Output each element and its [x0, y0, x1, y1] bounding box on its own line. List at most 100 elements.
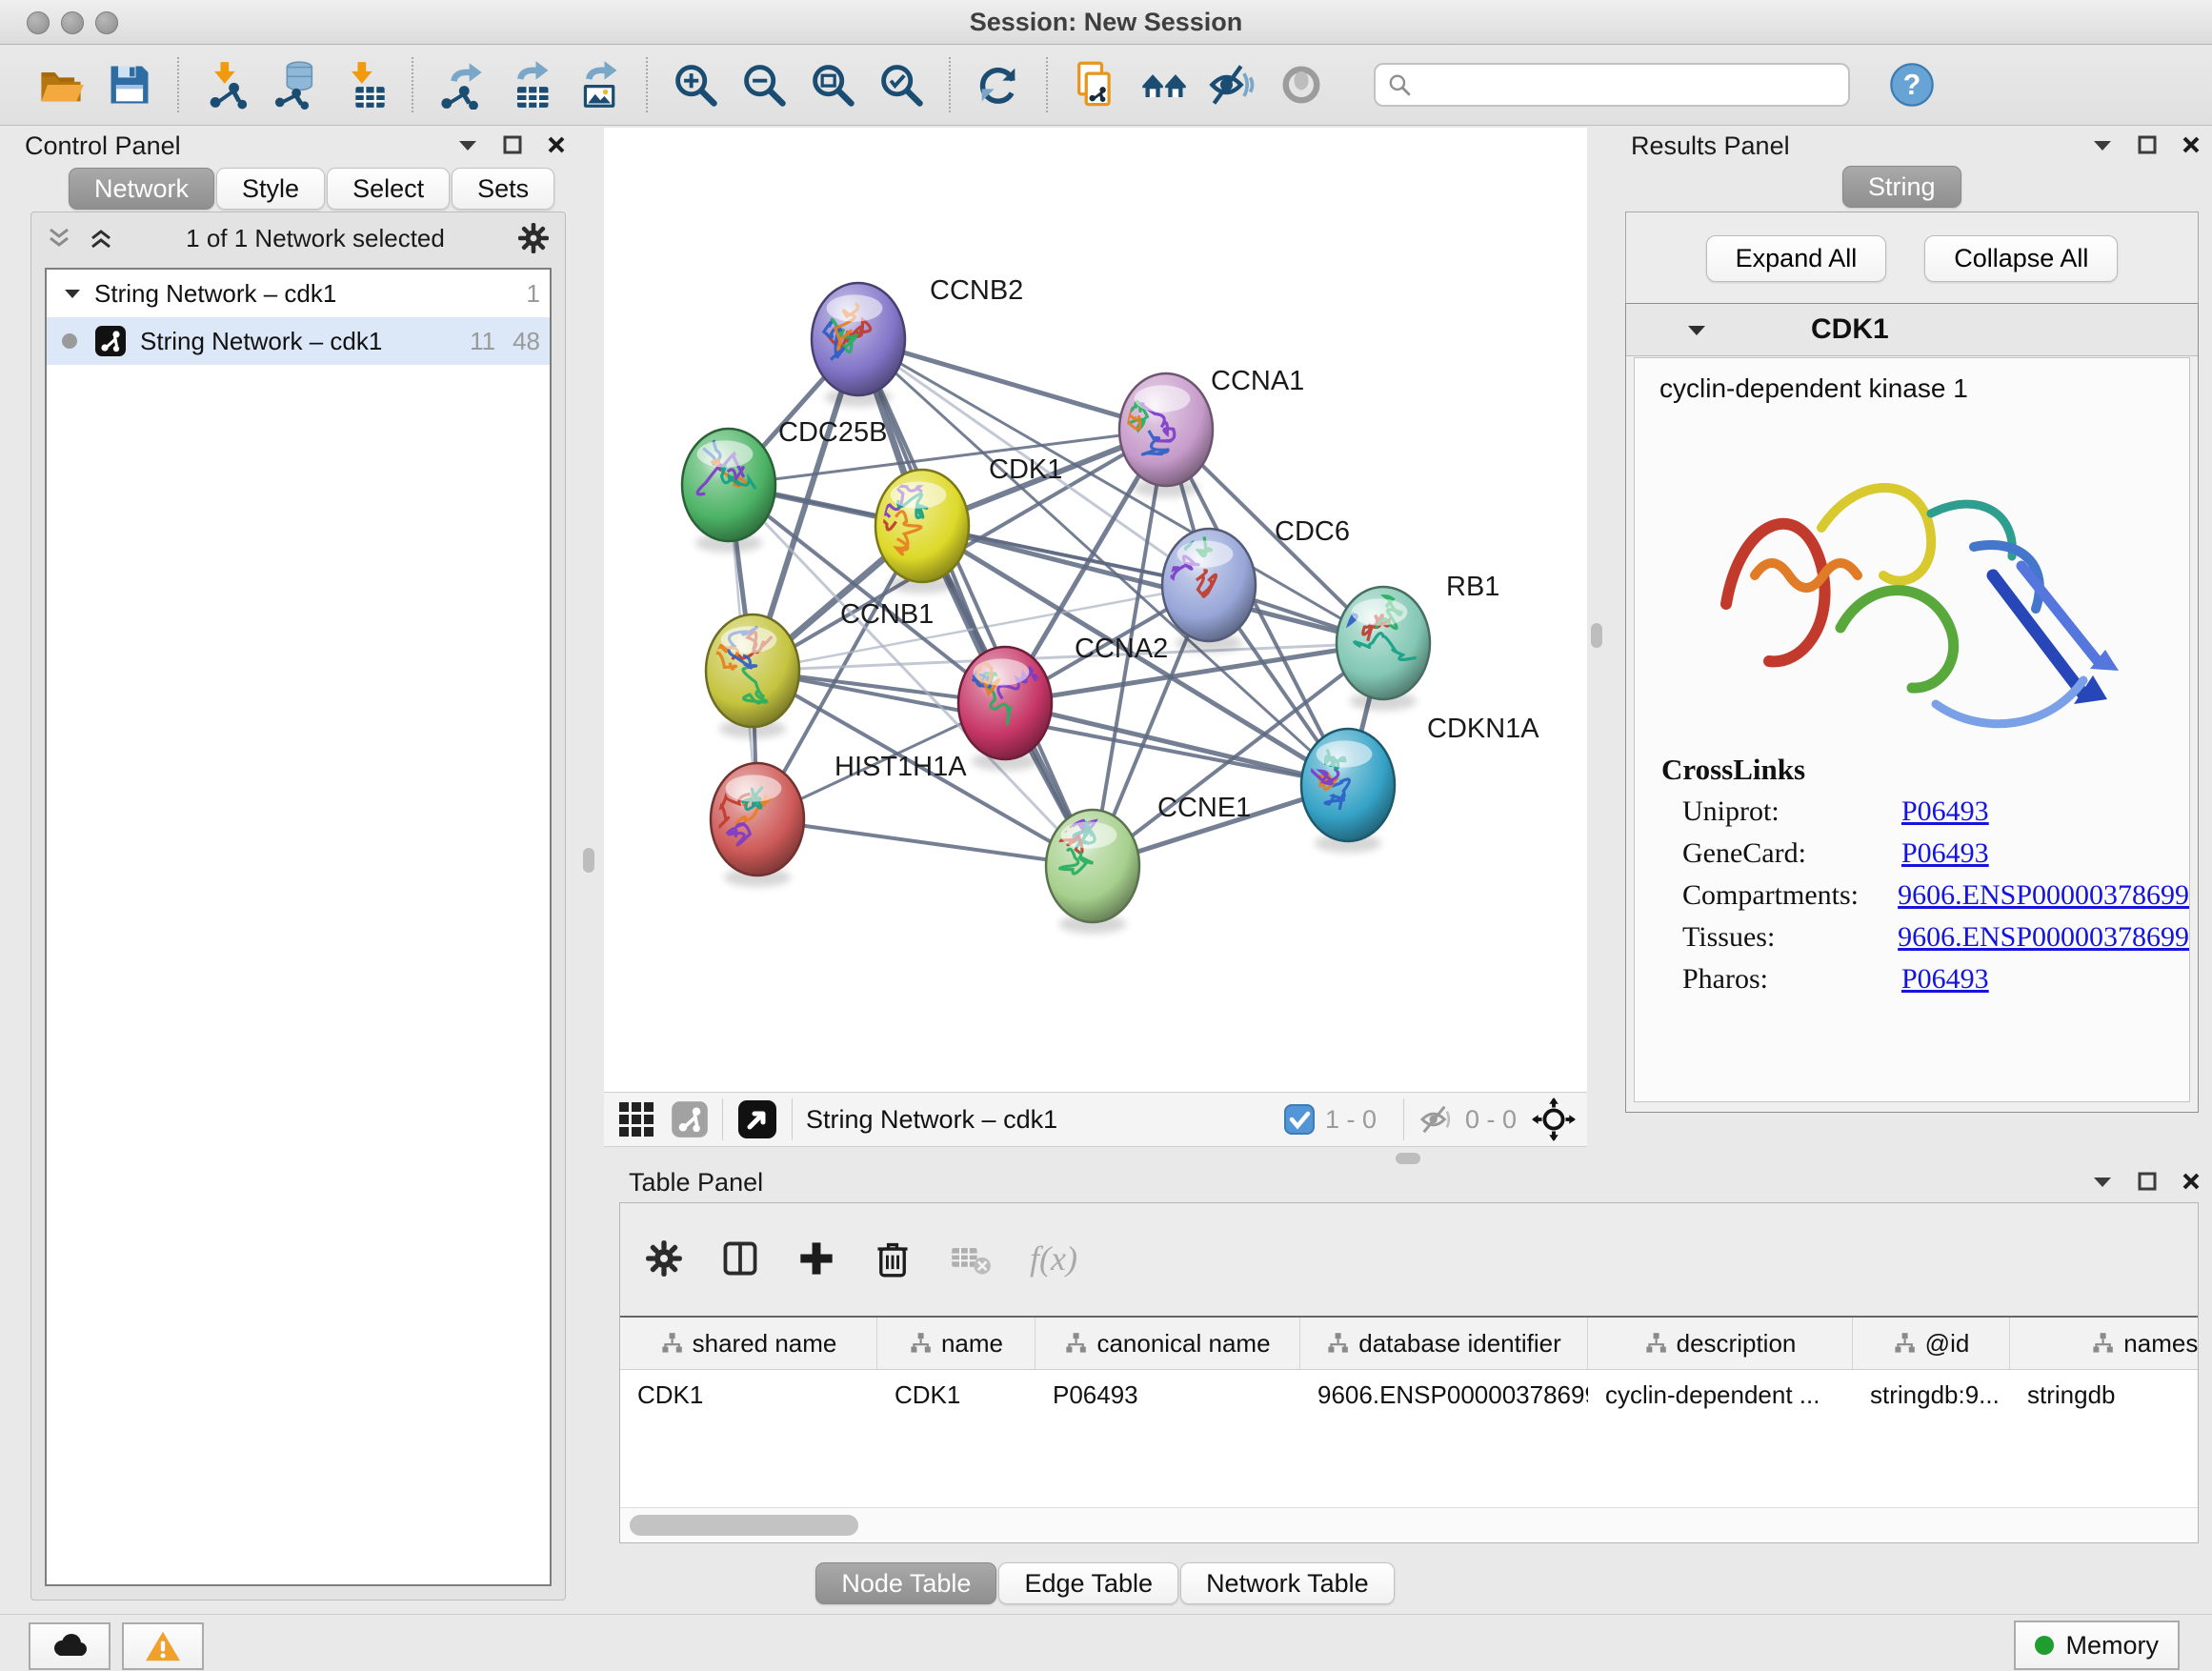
float-icon[interactable] [503, 135, 522, 154]
zoom-in-icon[interactable] [668, 57, 723, 112]
tab-sets[interactable]: Sets [452, 168, 554, 210]
export-image-icon[interactable] [571, 57, 626, 112]
network-edge-CCNE1-HIST1H1A[interactable] [757, 819, 1093, 866]
network-item-label: String Network – cdk1 [140, 327, 382, 356]
warning-button[interactable] [122, 1622, 204, 1670]
close-icon[interactable] [547, 135, 566, 154]
selected-checkbox-icon[interactable] [1283, 1103, 1316, 1136]
left-splitter-handle[interactable] [583, 848, 594, 873]
delete-column-trash-icon[interactable] [874, 1239, 912, 1278]
column-header-database-identifier[interactable]: database identifier [1300, 1318, 1588, 1369]
network-node-CCNB2[interactable]: CCNB2 [812, 275, 1023, 407]
right-splitter-handle[interactable] [1591, 623, 1602, 648]
apply-layout-icon[interactable] [971, 57, 1026, 112]
zoom-out-icon[interactable] [736, 57, 792, 112]
network-canvas[interactable]: CCNB2CCNA1CDC25BCDK1CDC6RB1CCNB1CCNA2CDK… [604, 128, 1587, 1092]
status-bar: Memory [0, 1614, 2212, 1671]
fit-selected-crosshair-icon[interactable] [1532, 1097, 1576, 1141]
collapse-icon[interactable] [2092, 1175, 2113, 1188]
memory-button[interactable]: Memory [2014, 1621, 2180, 1670]
section-expand-icon[interactable] [1687, 324, 1706, 336]
show-columns-icon[interactable] [721, 1239, 759, 1278]
column-header--id[interactable]: @id [1853, 1318, 2010, 1369]
tab-edge-table[interactable]: Edge Table [998, 1562, 1178, 1604]
save-session-icon[interactable] [102, 57, 157, 112]
table-panel-title: Table Panel [629, 1168, 763, 1198]
tab-style[interactable]: Style [216, 168, 325, 210]
title-bar: Session: New Session [0, 0, 2212, 45]
network-tree-item-row[interactable]: String Network – cdk1 11 48 [47, 317, 550, 365]
node-label-CCNA1: CCNA1 [1211, 366, 1304, 396]
search-box[interactable] [1374, 63, 1850, 107]
tab-string[interactable]: String [1842, 166, 1961, 208]
gear-icon[interactable] [517, 222, 550, 254]
column-header-canonical-name[interactable]: canonical name [1036, 1318, 1300, 1369]
string-houses-icon[interactable] [1136, 57, 1192, 112]
import-table-file-icon[interactable] [336, 57, 392, 112]
svg-text:?: ? [1903, 70, 1921, 101]
bottom-splitter-handle[interactable] [1396, 1153, 1420, 1164]
help-icon[interactable]: ? [1884, 57, 1940, 112]
export-table-icon[interactable] [502, 57, 557, 112]
node-count: 11 [470, 327, 495, 356]
create-column-plus-icon[interactable] [797, 1239, 835, 1278]
close-icon[interactable] [2182, 135, 2201, 154]
results-panel-tabs: String [1842, 166, 1963, 208]
export-network-icon[interactable] [433, 57, 489, 112]
column-header-label: namespace [2123, 1329, 2198, 1359]
import-network-database-icon[interactable] [268, 57, 323, 112]
crosslink-link[interactable]: P06493 [1901, 795, 1989, 828]
string-eye-slash-icon[interactable] [1205, 57, 1260, 112]
network-node-RB1[interactable]: RB1 [1337, 572, 1499, 711]
column-header-shared-name[interactable]: shared name [620, 1318, 877, 1369]
network-loaded-dot [62, 333, 77, 349]
tab-select[interactable]: Select [327, 168, 450, 210]
crosslink-link[interactable]: 9606.ENSP00000378699 [1898, 879, 2189, 912]
collapse-all-networks-icon[interactable] [89, 226, 113, 251]
crosslink-link[interactable]: P06493 [1901, 837, 1989, 870]
collapse-all-button[interactable]: Collapse All [1924, 235, 2118, 282]
crosslink-link[interactable]: P06493 [1901, 963, 1989, 996]
zoom-selected-icon[interactable] [874, 57, 929, 112]
crosslink-link[interactable]: 9606.ENSP00000378699 [1898, 921, 2189, 954]
string-documents-icon[interactable] [1068, 57, 1123, 112]
search-input[interactable] [1412, 70, 1837, 101]
expand-all-networks-icon[interactable] [47, 226, 71, 251]
column-header-namespace[interactable]: namespace [2010, 1318, 2198, 1369]
collapse-icon[interactable] [457, 138, 478, 151]
column-header-description[interactable]: description [1588, 1318, 1853, 1369]
network-node-HIST1H1A[interactable]: HIST1H1A [707, 752, 967, 887]
tab-node-table[interactable]: Node Table [815, 1562, 996, 1604]
expand-all-button[interactable]: Expand All [1706, 235, 1887, 282]
string-sphere-icon[interactable] [1274, 57, 1329, 112]
grid-view-icon[interactable] [619, 1102, 654, 1137]
share-view-icon[interactable] [671, 1100, 709, 1138]
float-icon[interactable] [2138, 135, 2157, 154]
tab-network-table[interactable]: Network Table [1180, 1562, 1395, 1604]
network-collection-label: String Network – cdk1 [94, 279, 336, 309]
table-row[interactable]: CDK1CDK1P064939606.ENSP00000378699cyclin… [620, 1370, 2198, 1419]
close-icon[interactable] [2182, 1172, 2201, 1191]
tab-network[interactable]: Network [69, 168, 214, 210]
scrollbar-thumb[interactable] [630, 1515, 858, 1536]
node-label-CCNB1: CCNB1 [840, 599, 934, 630]
import-network-file-icon[interactable] [199, 57, 254, 112]
results-node-header[interactable]: CDK1 [1626, 304, 2198, 356]
cloud-button[interactable] [29, 1622, 111, 1670]
network-node-CDC25B[interactable]: CDC25B [682, 417, 887, 553]
column-header-name[interactable]: name [877, 1318, 1036, 1369]
table-header-row: shared namenamecanonical namedatabase id… [620, 1318, 2198, 1370]
network-node-CCNE1[interactable]: CCNE1 [1046, 793, 1251, 934]
tree-expand-icon[interactable] [64, 288, 81, 299]
collapse-icon[interactable] [2092, 138, 2113, 151]
network-edge-CCNA2-CDKN1A[interactable] [1005, 703, 1348, 785]
float-icon[interactable] [2138, 1172, 2157, 1191]
table-settings-gear-icon[interactable] [645, 1239, 683, 1278]
network-tree-root-row[interactable]: String Network – cdk1 1 [47, 270, 550, 317]
zoom-fit-icon[interactable] [805, 57, 860, 112]
birdseye-view-icon[interactable] [736, 1098, 778, 1140]
open-session-icon[interactable] [33, 57, 89, 112]
table-horizontal-scrollbar[interactable] [620, 1507, 2198, 1542]
network-node-CCNA2[interactable]: CCNA2 [958, 634, 1168, 771]
network-node-CDKN1A[interactable]: CDKN1A [1296, 714, 1539, 853]
